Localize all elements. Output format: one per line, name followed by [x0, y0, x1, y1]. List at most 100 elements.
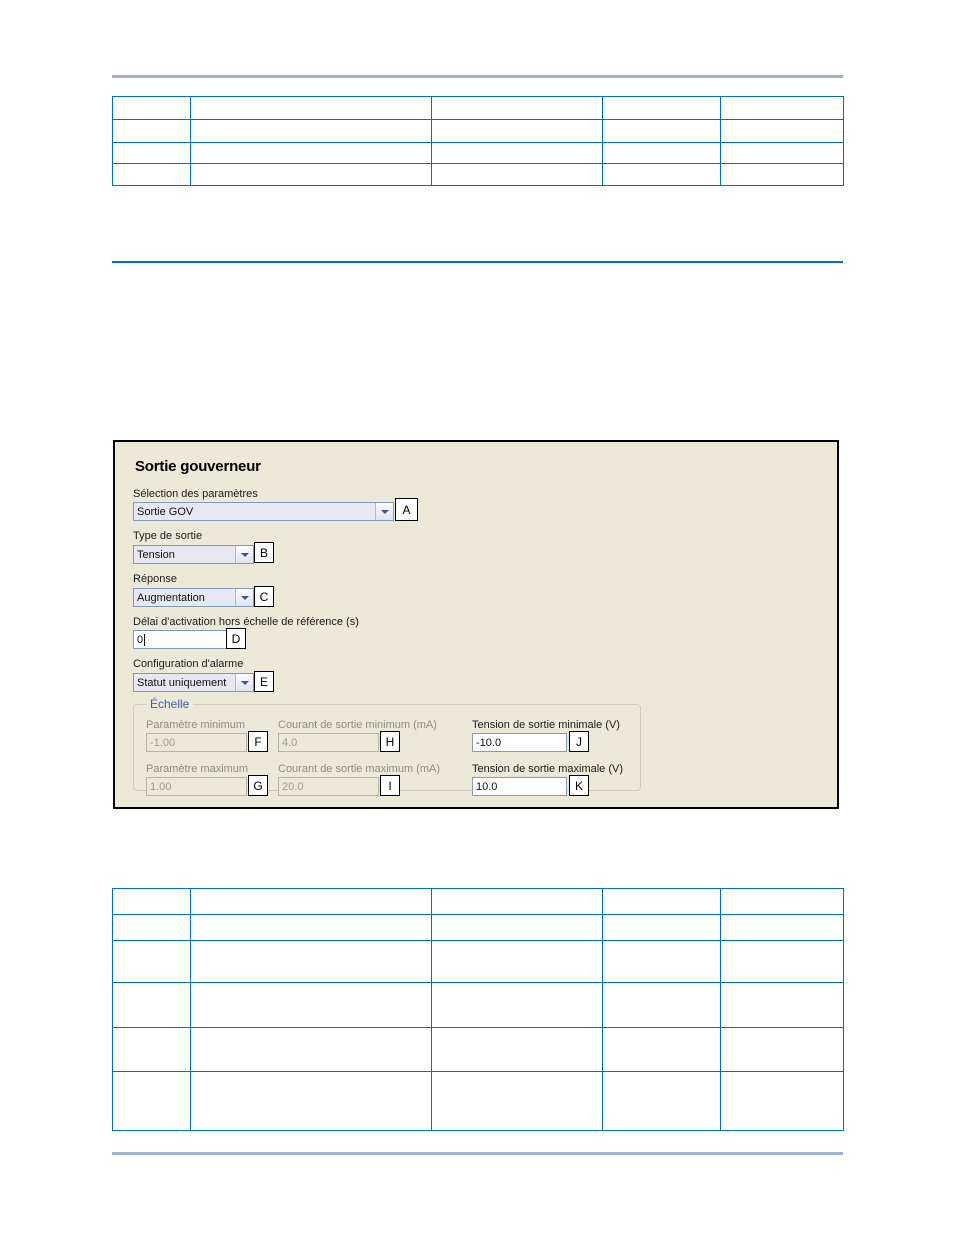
callout-i: I — [380, 775, 400, 796]
max-parameter-label: Paramètre maximum — [146, 763, 249, 775]
response-value: Augmentation — [137, 591, 205, 604]
max-parameter-value: 1.00 — [150, 780, 172, 793]
parameter-selection-combobox[interactable]: Sortie GOV — [133, 502, 394, 521]
table-row — [112, 940, 844, 983]
table-cell — [431, 142, 603, 164]
callout-g: G — [248, 775, 268, 796]
table-cell — [602, 96, 721, 120]
alarm-configuration-value: Statut uniquement — [137, 676, 227, 689]
table-cell — [190, 96, 432, 120]
table-cell — [720, 888, 844, 915]
table-cell — [190, 888, 432, 915]
table-cell — [112, 1071, 191, 1131]
table-cell — [602, 914, 721, 941]
table-cell — [112, 914, 191, 941]
response-label: Réponse — [133, 573, 178, 585]
table-cell — [112, 119, 191, 143]
table-cell — [602, 940, 721, 983]
table-cell — [190, 1027, 432, 1072]
table-cell — [190, 940, 432, 983]
table-row — [112, 1071, 844, 1131]
table-row — [112, 1027, 844, 1072]
chevron-down-icon[interactable] — [235, 589, 253, 606]
top-data-table — [112, 96, 844, 186]
alarm-configuration-combobox[interactable]: Statut uniquement — [133, 673, 254, 692]
governor-output-dialog: Sortie gouverneur Sélection des paramètr… — [113, 440, 839, 809]
table-cell — [190, 119, 432, 143]
table-row — [112, 982, 844, 1028]
table-cell — [431, 940, 603, 983]
table-cell — [190, 163, 432, 186]
table-cell — [431, 96, 603, 120]
header-rule — [112, 75, 843, 78]
callout-b: B — [254, 542, 274, 563]
footer-rule — [112, 1152, 843, 1155]
bottom-data-table — [112, 888, 844, 1131]
dialog-title: Sortie gouverneur — [135, 458, 261, 475]
output-type-value: Tension — [137, 548, 175, 561]
table-cell — [602, 163, 721, 186]
callout-k: K — [569, 775, 589, 796]
max-output-current-input[interactable]: 20.0 — [278, 777, 379, 796]
min-output-voltage-value: -10.0 — [476, 736, 502, 749]
table-cell — [602, 1071, 721, 1131]
table-row — [112, 914, 844, 941]
table-cell — [431, 888, 603, 915]
table-cell — [112, 982, 191, 1028]
max-output-voltage-input[interactable]: 10.0 — [472, 777, 567, 796]
table-row — [112, 163, 844, 186]
callout-a: A — [395, 498, 418, 521]
table-row — [112, 119, 844, 143]
table-cell — [190, 1071, 432, 1131]
table-cell — [112, 1027, 191, 1072]
chevron-down-icon[interactable] — [235, 546, 253, 563]
table-cell — [720, 1071, 844, 1131]
table-row — [112, 142, 844, 164]
min-output-voltage-input[interactable]: -10.0 — [472, 733, 567, 752]
table-cell — [112, 888, 191, 915]
output-type-combobox[interactable]: Tension — [133, 545, 254, 564]
table-cell — [190, 142, 432, 164]
table-cell — [431, 982, 603, 1028]
parameter-selection-value: Sortie GOV — [137, 505, 194, 518]
max-parameter-input[interactable]: 1.00 — [146, 777, 247, 796]
table-cell — [720, 914, 844, 941]
table-cell — [720, 982, 844, 1028]
table-cell — [431, 914, 603, 941]
callout-c: C — [254, 586, 274, 607]
activation-delay-input[interactable]: 0 — [133, 630, 228, 649]
min-parameter-input[interactable]: -1.00 — [146, 733, 247, 752]
table-cell — [720, 163, 844, 186]
table-cell — [720, 142, 844, 164]
max-output-current-label: Courant de sortie maximum (mA) — [278, 763, 440, 775]
table-cell — [112, 163, 191, 186]
table-cell — [190, 982, 432, 1028]
table-cell — [602, 982, 721, 1028]
text-caret — [144, 633, 146, 646]
parameter-selection-label: Sélection des paramètres — [133, 488, 258, 500]
table-cell — [112, 96, 191, 120]
callout-j: J — [569, 731, 589, 752]
chevron-down-icon[interactable] — [375, 503, 393, 520]
table-cell — [431, 119, 603, 143]
max-output-current-value: 20.0 — [282, 780, 304, 793]
min-output-current-input[interactable]: 4.0 — [278, 733, 379, 752]
max-output-voltage-value: 10.0 — [476, 780, 498, 793]
activation-delay-value: 0 — [137, 633, 144, 646]
table-cell — [720, 119, 844, 143]
min-output-current-label: Courant de sortie minimum (mA) — [278, 719, 437, 731]
max-output-voltage-label: Tension de sortie maximale (V) — [472, 763, 624, 775]
table-cell — [431, 1027, 603, 1072]
table-cell — [602, 1027, 721, 1072]
chevron-down-icon[interactable] — [235, 674, 253, 691]
response-combobox[interactable]: Augmentation — [133, 588, 254, 607]
table-cell — [431, 163, 603, 186]
table-cell — [720, 1027, 844, 1072]
section-rule — [112, 261, 843, 263]
table-cell — [720, 96, 844, 120]
min-output-current-value: 4.0 — [282, 736, 298, 749]
table-cell — [602, 142, 721, 164]
table-cell — [720, 940, 844, 983]
table-cell — [602, 888, 721, 915]
min-parameter-label: Paramètre minimum — [146, 719, 246, 731]
